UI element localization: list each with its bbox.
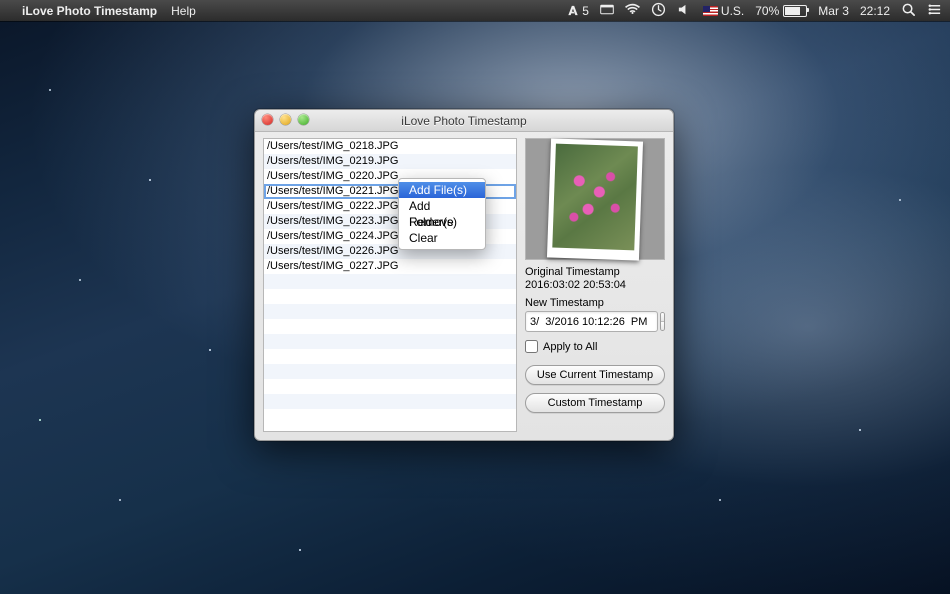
apply-to-all-label: Apply to All (543, 341, 597, 353)
photo-preview (525, 138, 665, 260)
original-timestamp-value: 2016:03:02 20:53:04 (525, 279, 665, 291)
file-list-row[interactable] (264, 334, 516, 349)
notification-center-icon[interactable] (927, 2, 942, 20)
input-source[interactable]: U.S. (703, 4, 744, 18)
file-list-row[interactable] (264, 274, 516, 289)
menubar: iLove Photo Timestamp Help 5 U.S. 70% Ma… (0, 0, 950, 21)
help-menu[interactable]: Help (171, 4, 196, 18)
file-list-row[interactable] (264, 394, 516, 409)
context-menu-item[interactable]: Clear (399, 230, 485, 246)
menubar-time[interactable]: 22:12 (860, 4, 890, 18)
file-list-row[interactable] (264, 379, 516, 394)
battery-icon (783, 5, 807, 17)
new-timestamp-label: New Timestamp (525, 297, 665, 309)
photo-thumbnail (552, 143, 638, 250)
file-list-row[interactable]: /Users/test/IMG_0218.JPG (264, 139, 516, 154)
context-menu: Add File(s)Add Folder(s)RemoveClear (398, 178, 486, 250)
spotlight-icon[interactable] (901, 2, 916, 20)
zoom-window-button[interactable] (298, 114, 309, 125)
context-menu-item[interactable]: Add File(s) (399, 182, 485, 198)
app-menu[interactable]: iLove Photo Timestamp (22, 4, 157, 18)
timemachine-icon[interactable] (651, 2, 666, 20)
menubar-date[interactable]: Mar 3 (818, 4, 849, 18)
battery-status[interactable]: 70% (755, 4, 807, 18)
display-icon[interactable] (600, 4, 614, 18)
window-titlebar[interactable]: iLove Photo Timestamp (255, 110, 673, 132)
stepper-down-icon[interactable]: ▼ (661, 322, 665, 330)
file-list-row[interactable] (264, 304, 516, 319)
stepper-up-icon[interactable]: ▲ (661, 313, 665, 322)
side-panel: Original Timestamp 2016:03:02 20:53:04 N… (525, 138, 665, 432)
file-list-row[interactable] (264, 364, 516, 379)
wifi-icon[interactable] (625, 2, 640, 20)
new-timestamp-input[interactable] (525, 311, 658, 332)
file-list-row[interactable] (264, 319, 516, 334)
context-menu-item[interactable]: Add Folder(s) (399, 198, 485, 214)
file-list-row[interactable] (264, 349, 516, 364)
file-list-row[interactable]: /Users/test/IMG_0227.JPG (264, 259, 516, 274)
context-menu-item[interactable]: Remove (399, 214, 485, 230)
timestamp-stepper[interactable]: ▲ ▼ (660, 312, 665, 331)
adobe-status-icon[interactable]: 5 (566, 4, 589, 18)
original-timestamp-label: Original Timestamp (525, 266, 665, 278)
us-flag-icon (703, 6, 718, 16)
file-list-row[interactable] (264, 409, 516, 424)
window-title: iLove Photo Timestamp (401, 114, 526, 128)
app-window: iLove Photo Timestamp /Users/test/IMG_02… (254, 109, 674, 441)
volume-icon[interactable] (677, 2, 692, 20)
close-window-button[interactable] (262, 114, 273, 125)
apply-to-all-checkbox[interactable] (525, 340, 538, 353)
custom-timestamp-button[interactable]: Custom Timestamp (525, 393, 665, 413)
photo-frame (547, 138, 643, 260)
use-current-timestamp-button[interactable]: Use Current Timestamp (525, 365, 665, 385)
minimize-window-button[interactable] (280, 114, 291, 125)
file-list-row[interactable]: /Users/test/IMG_0219.JPG (264, 154, 516, 169)
file-list-row[interactable] (264, 289, 516, 304)
